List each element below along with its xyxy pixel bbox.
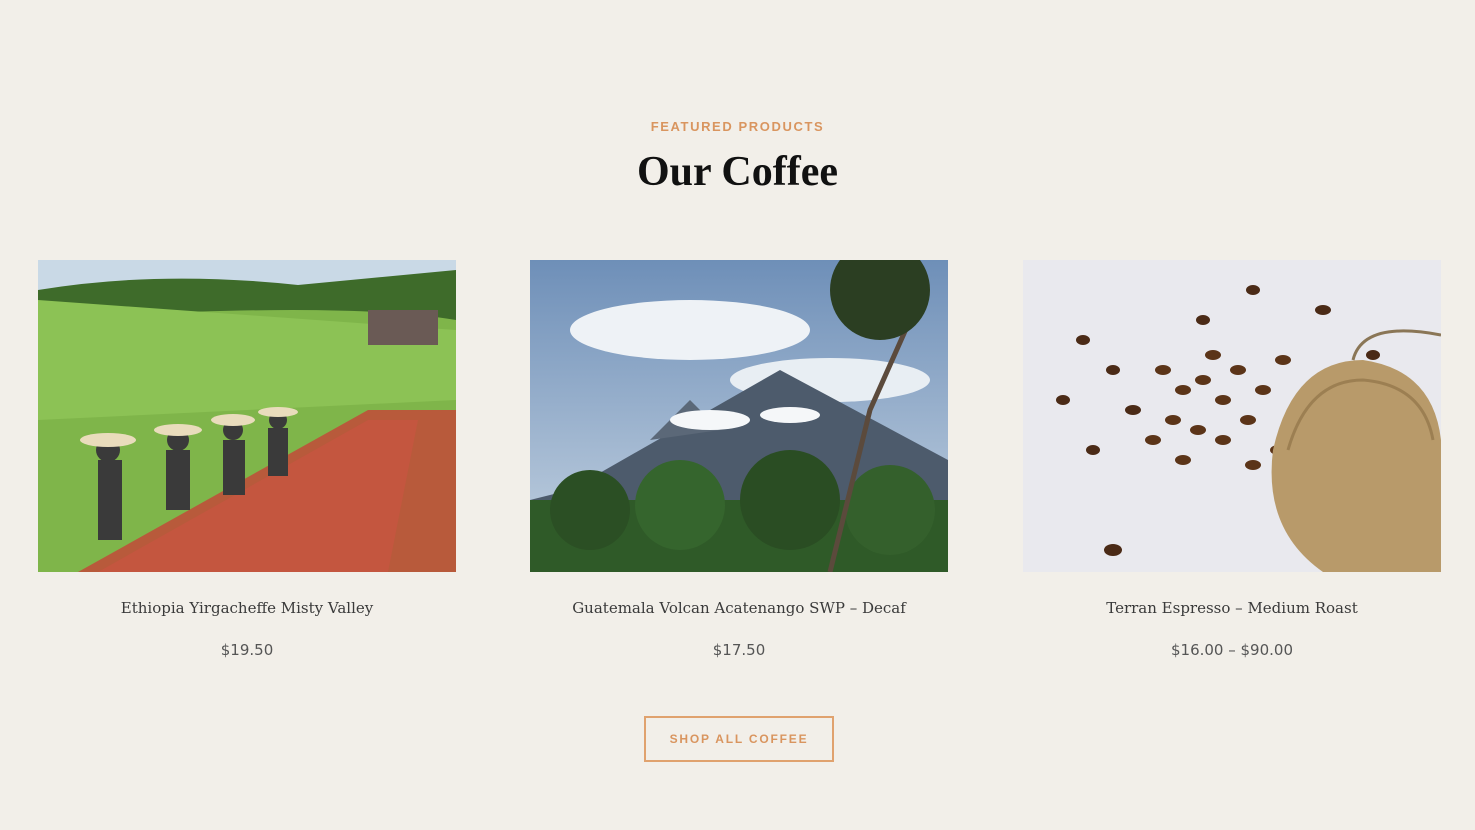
product-card: Guatemala Volcan Acatenango SWP – Decaf …	[530, 260, 948, 659]
product-price: $16.00 – $90.00	[1170, 641, 1293, 659]
product-card: Ethiopia Yirgacheffe Misty Valley $19.50	[38, 260, 456, 659]
product-image-link[interactable]	[38, 260, 456, 572]
product-price: $19.50	[220, 641, 274, 659]
product-title-link[interactable]: Guatemala Volcan Acatenango SWP – Decaf	[530, 599, 948, 617]
section-title: Our Coffee	[637, 149, 838, 195]
product-image-link[interactable]	[530, 260, 948, 572]
product-title-link[interactable]: Ethiopia Yirgacheffe Misty Valley	[38, 599, 456, 617]
product-price: $17.50	[712, 641, 766, 659]
product-image-link[interactable]	[1023, 260, 1441, 572]
product-card: Terran Espresso – Medium Roast $16.00 – …	[1023, 260, 1441, 659]
product-image-coffee-farm	[38, 260, 456, 572]
featured-products-section: FEATURED PRODUCTS Our Coffee Ethiopia Yi…	[0, 0, 1475, 830]
product-image-volcano	[530, 260, 948, 572]
shop-all-coffee-button[interactable]: SHOP ALL COFFEE	[644, 716, 834, 762]
product-image-coffee-beans	[1023, 260, 1441, 572]
section-eyebrow: FEATURED PRODUCTS	[650, 119, 825, 134]
product-title-link[interactable]: Terran Espresso – Medium Roast	[1023, 599, 1441, 617]
